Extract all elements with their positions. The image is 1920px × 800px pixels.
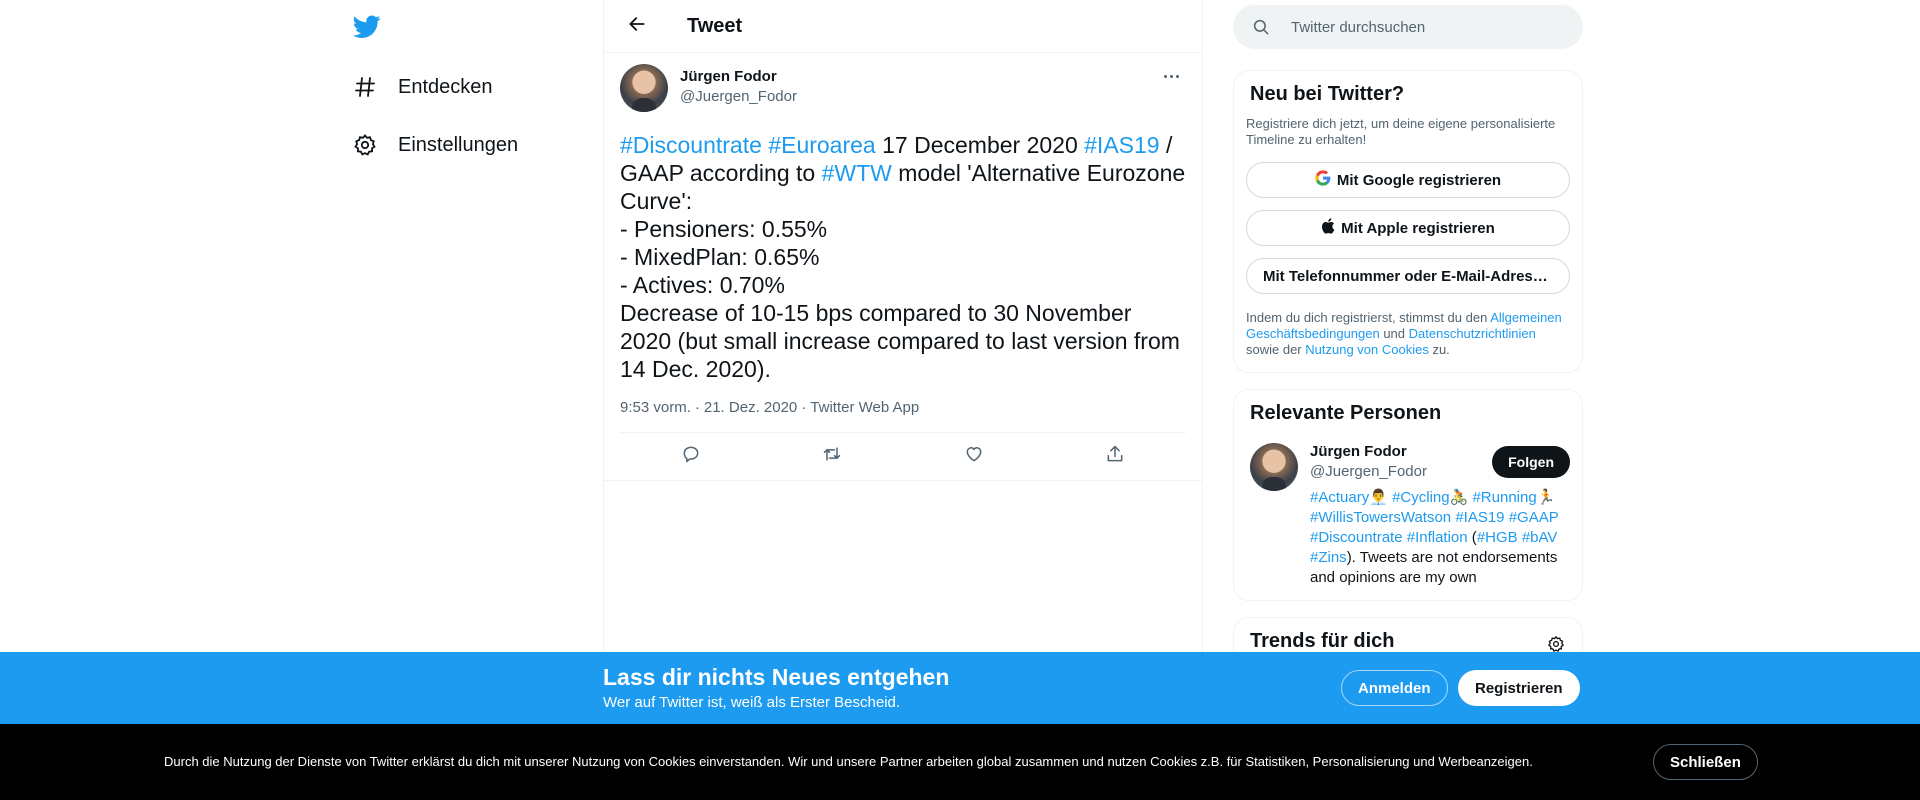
author-handle[interactable]: @Juergen_Fodor [680, 88, 797, 105]
gear-icon [352, 132, 378, 158]
signup-title: Neu bei Twitter? [1250, 83, 1405, 105]
apple-signup-label: Mit Apple registrieren [1341, 219, 1495, 237]
person-bio: #Actuary👨‍💼 #Cycling🚴 #Running🏃 #WillisT… [1310, 488, 1560, 588]
arrow-left-icon [627, 14, 647, 39]
column-header: Tweet [604, 0, 1202, 53]
search-bar[interactable] [1233, 5, 1583, 49]
promo-subtitle: Wer auf Twitter ist, weiß als Erster Bes… [603, 694, 901, 711]
twitter-bird-icon[interactable] [352, 12, 382, 42]
hashtag-link[interactable]: #Running [1472, 489, 1536, 506]
hashtag-icon [352, 74, 378, 100]
legal-part: und [1379, 326, 1409, 341]
share-icon [1105, 444, 1125, 469]
register-button[interactable]: Registrieren [1458, 670, 1580, 706]
legal-part: Indem du dich registrierst, stimmst du d… [1246, 310, 1491, 325]
author-name[interactable]: Jürgen Fodor [680, 68, 797, 85]
relevant-people-card: Relevante Personen Jürgen Fodor @Juergen… [1233, 389, 1583, 601]
nav-item-settings[interactable]: Einstellungen [352, 125, 518, 165]
emoji: 👨‍💼 [1369, 489, 1388, 506]
cookie-banner: Durch die Nutzung der Dienste von Twitte… [0, 724, 1920, 800]
search-icon [1251, 17, 1271, 37]
hashtag-link[interactable]: #HGB [1477, 529, 1518, 546]
legal-part: zu. [1428, 342, 1450, 357]
tweet-source[interactable]: Twitter Web App [810, 399, 919, 416]
emoji: 🏃 [1536, 489, 1556, 506]
hashtag-link[interactable]: #Cycling [1392, 489, 1450, 506]
right-sidebar: Neu bei Twitter? Registriere dich jetzt,… [1233, 0, 1583, 677]
tweet-text-part: 17 December 2020 [875, 132, 1085, 158]
tweet: Jürgen Fodor @Juergen_Fodor #Discountrat… [604, 53, 1202, 481]
login-button[interactable]: Anmelden [1341, 670, 1448, 706]
google-icon [1315, 170, 1331, 190]
search-input[interactable] [1291, 18, 1551, 36]
tweet-text: #Discountrate #Euroarea 17 December 2020… [620, 131, 1186, 383]
share-button[interactable] [1097, 439, 1133, 475]
avatar[interactable] [620, 64, 668, 112]
hashtag-link[interactable]: #IAS19 [1455, 509, 1504, 526]
tweet-text-part: model 'Alternative Eurozone Curve': - Pe… [620, 160, 1186, 382]
privacy-link[interactable]: Datenschutzrichtlinien [1409, 326, 1536, 341]
like-button[interactable] [956, 439, 992, 475]
signup-card: Neu bei Twitter? Registriere dich jetzt,… [1233, 70, 1583, 373]
tweet-author: Jürgen Fodor @Juergen_Fodor [620, 64, 1186, 118]
tweet-actions [604, 433, 1202, 481]
hashtag-link[interactable]: #Euroarea [768, 132, 875, 158]
legal-text: Indem du dich registrierst, stimmst du d… [1246, 310, 1570, 358]
ellipsis-icon [1163, 74, 1167, 78]
separator: · [801, 399, 807, 416]
hashtag-link[interactable]: #GAAP [1509, 509, 1559, 526]
more-options-button[interactable] [1156, 66, 1186, 86]
emoji: 🚴 [1449, 489, 1469, 506]
author-names: Jürgen Fodor @Juergen_Fodor [680, 68, 797, 105]
reply-button[interactable] [673, 439, 709, 475]
gear-icon[interactable] [1546, 634, 1566, 654]
phone-email-signup-label: Mit Telefonnummer oder E-Mail-Adresse re… [1263, 267, 1553, 285]
apple-signup-button[interactable]: Mit Apple registrieren [1246, 210, 1570, 246]
page-title: Tweet [687, 14, 743, 37]
tweet-date[interactable]: 21. Dez. 2020 [704, 399, 797, 416]
ellipsis-dot [1169, 74, 1173, 78]
reply-icon [681, 444, 701, 469]
person-item[interactable]: Jürgen Fodor @Juergen_Fodor #Actuary👨‍💼 … [1250, 443, 1570, 588]
trends-title: Trends für dich [1250, 630, 1395, 652]
retweet-icon [821, 444, 843, 469]
retweet-button[interactable] [814, 439, 850, 475]
login-promo-banner: Lass dir nichts Neues entgehen Wer auf T… [0, 652, 1920, 724]
nav-item-explore[interactable]: Entdecken [352, 67, 493, 107]
tweet-time[interactable]: 9:53 vorm. [620, 399, 691, 416]
hashtag-link[interactable]: #Inflation [1407, 529, 1468, 546]
hashtag-link[interactable]: #Discountrate [1310, 529, 1403, 546]
follow-button[interactable]: Folgen [1492, 446, 1570, 478]
legal-part: sowie der [1246, 342, 1306, 357]
hashtag-link[interactable]: #WillisTowersWatson [1310, 509, 1451, 526]
bio-part: ( [1467, 529, 1477, 546]
cookie-text: Durch die Nutzung der Dienste von Twitte… [164, 754, 1533, 769]
nav-label-settings: Einstellungen [398, 133, 519, 156]
google-signup-button[interactable]: Mit Google registrieren [1246, 162, 1570, 198]
hashtag-link[interactable]: #IAS19 [1084, 132, 1159, 158]
tweet-meta: 9:53 vorm. · 21. Dez. 2020 · Twitter Web… [620, 399, 1186, 433]
phone-email-signup-button[interactable]: Mit Telefonnummer oder E-Mail-Adresse re… [1246, 258, 1570, 294]
cookies-link[interactable]: Nutzung von Cookies [1305, 342, 1429, 357]
hashtag-link[interactable]: #WTW [822, 160, 892, 186]
hashtag-link[interactable]: #bAV [1522, 529, 1558, 546]
hashtag-link[interactable]: #Actuary [1310, 489, 1369, 506]
promo-title: Lass dir nichts Neues entgehen [603, 664, 950, 690]
nav-label-explore: Entdecken [398, 75, 493, 98]
close-cookie-button[interactable]: Schließen [1653, 744, 1758, 780]
relevant-people-title: Relevante Personen [1250, 402, 1442, 424]
ellipsis-dot [1175, 74, 1179, 78]
back-button[interactable] [619, 8, 655, 44]
signup-description: Registriere dich jetzt, um deine eigene … [1246, 116, 1556, 147]
hashtag-link[interactable]: #Zins [1310, 549, 1347, 566]
hashtag-link[interactable]: #Discountrate [620, 132, 762, 158]
apple-icon [1321, 218, 1335, 238]
google-signup-label: Mit Google registrieren [1336, 171, 1502, 189]
separator: · [694, 399, 700, 416]
bio-part: ). Tweets are not endorsements and opini… [1310, 549, 1558, 586]
heart-icon [964, 444, 984, 469]
avatar[interactable] [1250, 443, 1298, 491]
